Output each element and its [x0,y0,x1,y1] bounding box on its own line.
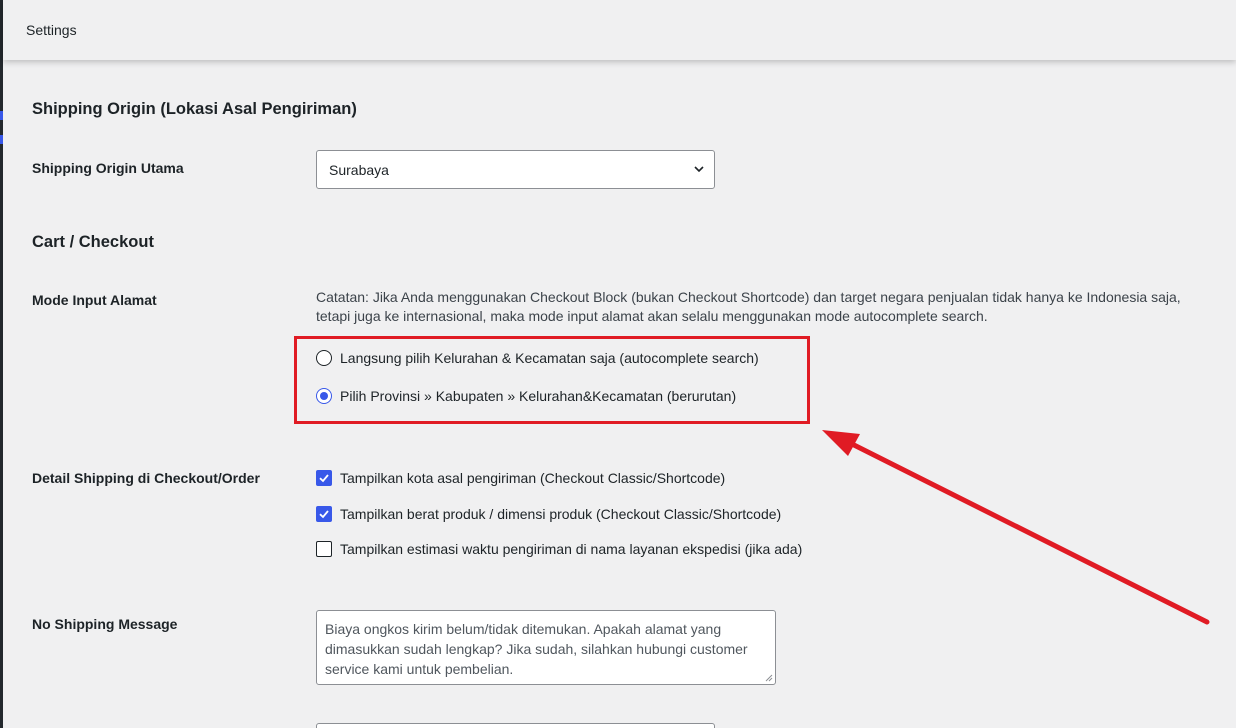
settings-page: Settings Shipping Origin (Lokasi Asal Pe… [0,0,1236,728]
shipping-origin-select[interactable]: Surabaya [316,150,715,189]
checkbox-label: Tampilkan estimasi waktu pengiriman di n… [340,541,803,557]
top-bar: Settings [3,0,1236,60]
sidebar-active-marker [0,135,3,144]
checkmark-icon [319,474,329,483]
checkmark-icon [319,510,329,519]
checkbox-show-eta[interactable]: Tampilkan estimasi waktu pengiriman di n… [316,541,802,557]
checkbox-unchecked[interactable] [316,541,332,557]
annotation-highlight-box [294,336,810,424]
page-title: Settings [26,22,77,38]
textarea-value: Biaya ongkos kirim belum/tidak ditemukan… [325,621,748,677]
detail-shipping-label: Detail Shipping di Checkout/Order [32,470,260,486]
no-shipping-message-label: No Shipping Message [32,616,178,632]
mode-input-label: Mode Input Alamat [32,292,157,308]
checkbox-checked[interactable] [316,470,332,486]
next-field-input[interactable] [316,723,715,728]
checkbox-label: Tampilkan berat produk / dimensi produk … [340,506,782,522]
resize-handle-icon[interactable] [765,674,773,682]
checkbox-show-origin-city[interactable]: Tampilkan kota asal pengiriman (Checkout… [316,470,725,486]
shipping-origin-selected-value: Surabaya [329,162,389,178]
checkbox-label: Tampilkan kota asal pengiriman (Checkout… [340,470,726,486]
checkout-note: Catatan: Jika Anda menggunakan Checkout … [316,289,1181,324]
admin-sidebar-edge [0,0,3,728]
checkbox-show-weight[interactable]: Tampilkan berat produk / dimensi produk … [316,506,781,522]
shipping-origin-heading: Shipping Origin (Lokasi Asal Pengiriman) [32,100,357,118]
chevron-down-icon [694,166,704,173]
checkbox-checked[interactable] [316,506,332,522]
sidebar-active-marker [0,111,3,120]
no-shipping-message-textarea[interactable]: Biaya ongkos kirim belum/tidak ditemukan… [316,610,776,685]
shipping-origin-label: Shipping Origin Utama [32,160,184,176]
cart-checkout-heading: Cart / Checkout [32,233,154,251]
